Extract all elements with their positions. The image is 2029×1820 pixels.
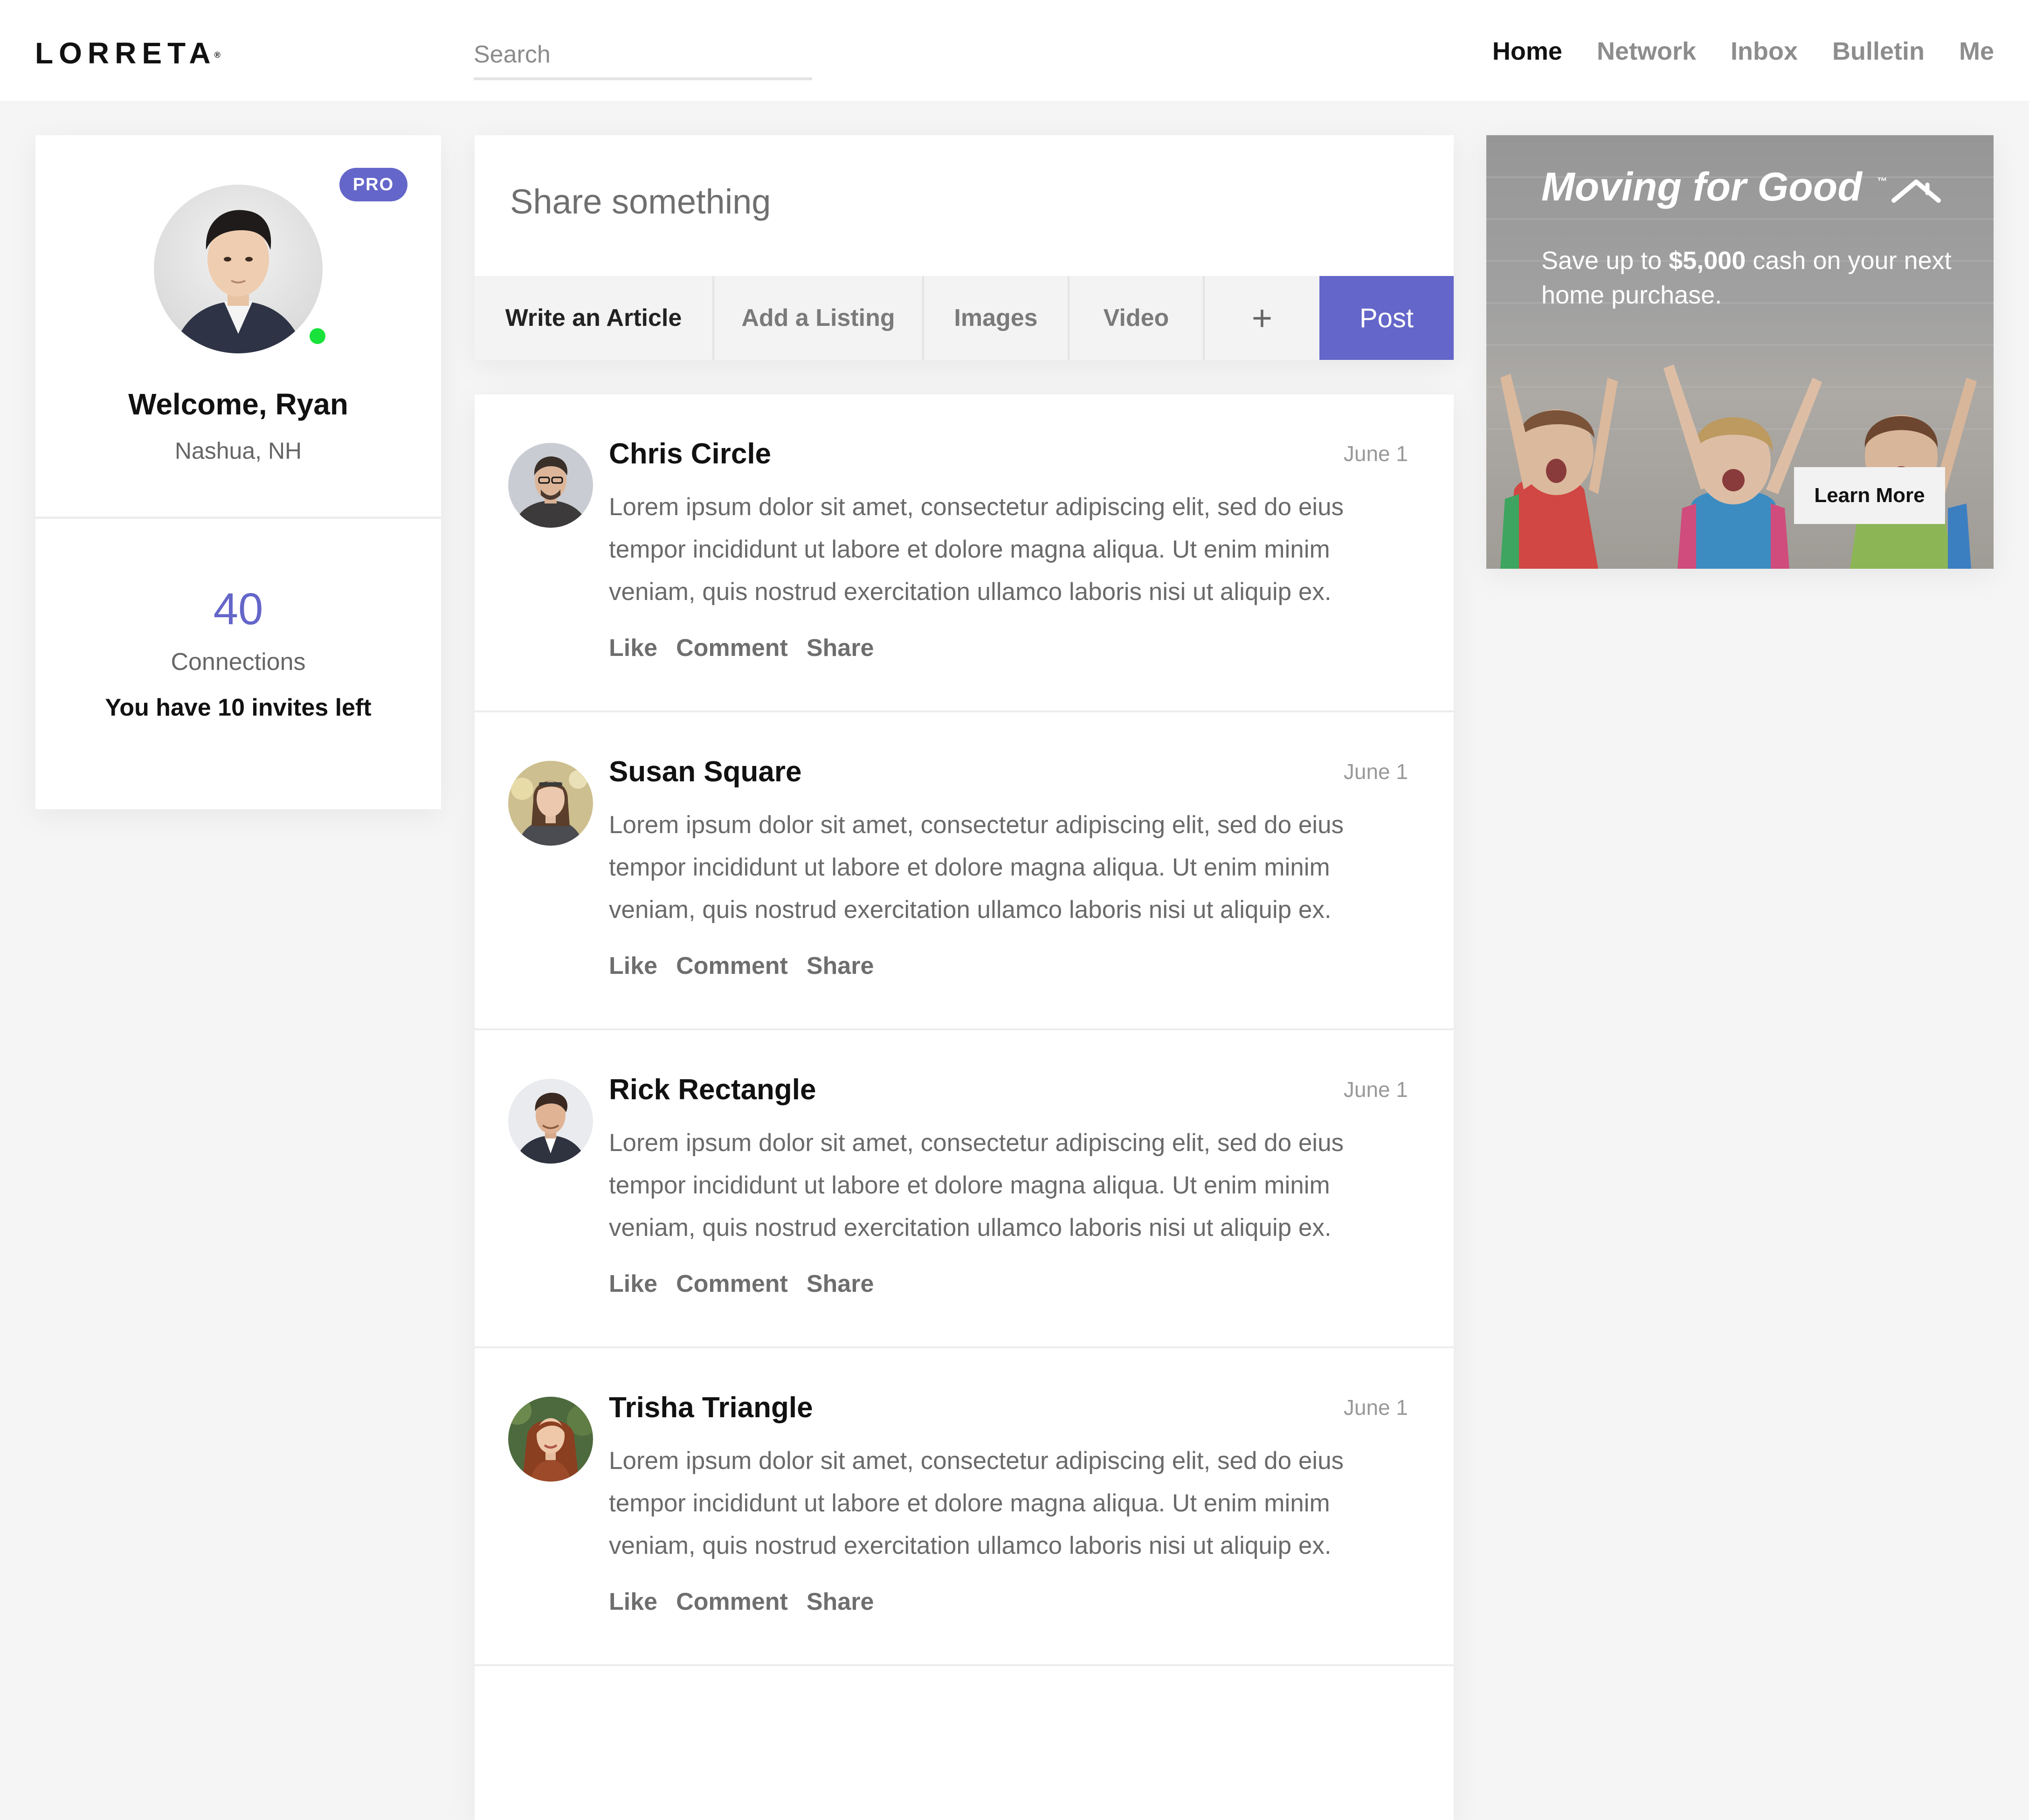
post-actions: Like Comment Share [609, 634, 892, 662]
trademark-mark: ™ [1877, 175, 1887, 187]
profile-avatar-wrap [154, 185, 329, 353]
post-body: Lorem ipsum dolor sit amet, consectetur … [609, 1129, 1344, 1241]
avatar[interactable] [508, 761, 593, 846]
author-photo [508, 1397, 593, 1482]
nav-item-network[interactable]: Network [1597, 34, 1696, 69]
post-date: June 1 [1343, 1395, 1408, 1420]
ad-copy-amount: $5,000 [1669, 247, 1746, 275]
ad-copy: Save up to $5,000 cash on your next home… [1541, 243, 1961, 312]
feed-post: Trisha Triangle June 1 Lorem ipsum dolor… [475, 1348, 1454, 1666]
post-actions: Like Comment Share [609, 1588, 892, 1616]
nav-item-me[interactable]: Me [1959, 34, 1994, 69]
main-nav: Home Network Inbox Bulletin Me [1458, 34, 1994, 69]
write-article-button[interactable]: Write an Article [475, 276, 714, 360]
comment-button[interactable]: Comment [676, 1270, 788, 1298]
ad-headline: Moving for Good [1541, 165, 1862, 209]
profile-portrait-image [173, 210, 304, 353]
avatar[interactable] [154, 185, 323, 353]
share-button[interactable]: Share [807, 952, 874, 980]
nav-item-home[interactable]: Home [1492, 34, 1562, 69]
post-date: June 1 [1343, 441, 1408, 466]
post-date: June 1 [1343, 759, 1408, 784]
share-button[interactable]: Share [807, 1588, 874, 1616]
connections-label: Connections [171, 648, 306, 676]
nav-item-inbox[interactable]: Inbox [1731, 34, 1798, 69]
post-date: June 1 [1343, 1077, 1408, 1102]
nav-item-bulletin[interactable]: Bulletin [1832, 34, 1925, 69]
search-input[interactable] [474, 32, 812, 80]
images-button[interactable]: Images [924, 276, 1070, 360]
profile-divider [35, 517, 441, 519]
post-divider [475, 1664, 1454, 1666]
avatar[interactable] [508, 443, 593, 528]
more-options-plus-icon[interactable]: + [1205, 276, 1319, 360]
like-button[interactable]: Like [609, 1270, 657, 1298]
top-bar: LORRETA® Home Network Inbox Bulletin Me [0, 0, 2029, 101]
avatar[interactable] [508, 1079, 593, 1164]
feed-post: Rick Rectangle June 1 Lorem ipsum dolor … [475, 1030, 1454, 1348]
like-button[interactable]: Like [609, 634, 657, 662]
pro-badge: PRO [339, 168, 407, 201]
post-author[interactable]: Trisha Triangle [609, 1391, 813, 1424]
post-author[interactable]: Chris Circle [609, 437, 771, 470]
welcome-heading: Welcome, Ryan [128, 387, 348, 421]
invites-remaining: You have 10 invites left [105, 694, 372, 721]
post-button[interactable]: Post [1319, 276, 1454, 360]
video-button[interactable]: Video [1070, 276, 1205, 360]
roof-logo-icon [1891, 179, 1941, 203]
share-button[interactable]: Share [807, 1270, 874, 1298]
author-photo [508, 1079, 593, 1164]
share-button[interactable]: Share [807, 634, 874, 662]
profile-location: Nashua, NH [174, 438, 302, 464]
add-listing-button[interactable]: Add a Listing [714, 276, 924, 360]
sponsored-ad[interactable]: Moving for Good ™ Save up to $5,000 cash… [1486, 135, 1994, 569]
brand-logo[interactable]: LORRETA® [35, 34, 222, 72]
ad-copy-prefix: Save up to [1541, 247, 1669, 275]
composer-actions: Write an Article Add a Listing Images Vi… [475, 276, 1454, 360]
comment-button[interactable]: Comment [676, 952, 788, 980]
feed-post: Chris Circle June 1 Lorem ipsum dolor si… [475, 394, 1454, 712]
post-actions: Like Comment Share [609, 1270, 892, 1298]
online-status-icon [306, 324, 329, 348]
post-body: Lorem ipsum dolor sit amet, consectetur … [609, 811, 1344, 924]
brand-name: LORRETA [35, 36, 216, 70]
feed-post: Susan Square June 1 Lorem ipsum dolor si… [475, 712, 1454, 1030]
avatar[interactable] [508, 1397, 593, 1482]
post-body: Lorem ipsum dolor sit amet, consectetur … [609, 493, 1344, 606]
comment-button[interactable]: Comment [676, 1588, 788, 1616]
news-feed: Chris Circle June 1 Lorem ipsum dolor si… [475, 394, 1454, 1820]
connections-count[interactable]: 40 [35, 584, 441, 635]
profile-card: PRO Welcome, Ryan Nashua, NH 40 Connecti… [35, 135, 441, 809]
author-photo [508, 761, 593, 846]
comment-button[interactable]: Comment [676, 634, 788, 662]
post-body: Lorem ipsum dolor sit amet, consectetur … [609, 1447, 1344, 1559]
share-composer: Share something Write an Article Add a L… [475, 135, 1454, 360]
share-input[interactable]: Share something [510, 182, 771, 221]
like-button[interactable]: Like [609, 952, 657, 980]
post-actions: Like Comment Share [609, 952, 892, 980]
like-button[interactable]: Like [609, 1588, 657, 1616]
learn-more-button[interactable]: Learn More [1794, 467, 1945, 524]
author-photo [508, 443, 593, 528]
post-author[interactable]: Rick Rectangle [609, 1073, 816, 1106]
registered-mark: ® [214, 50, 221, 60]
post-author[interactable]: Susan Square [609, 755, 801, 788]
